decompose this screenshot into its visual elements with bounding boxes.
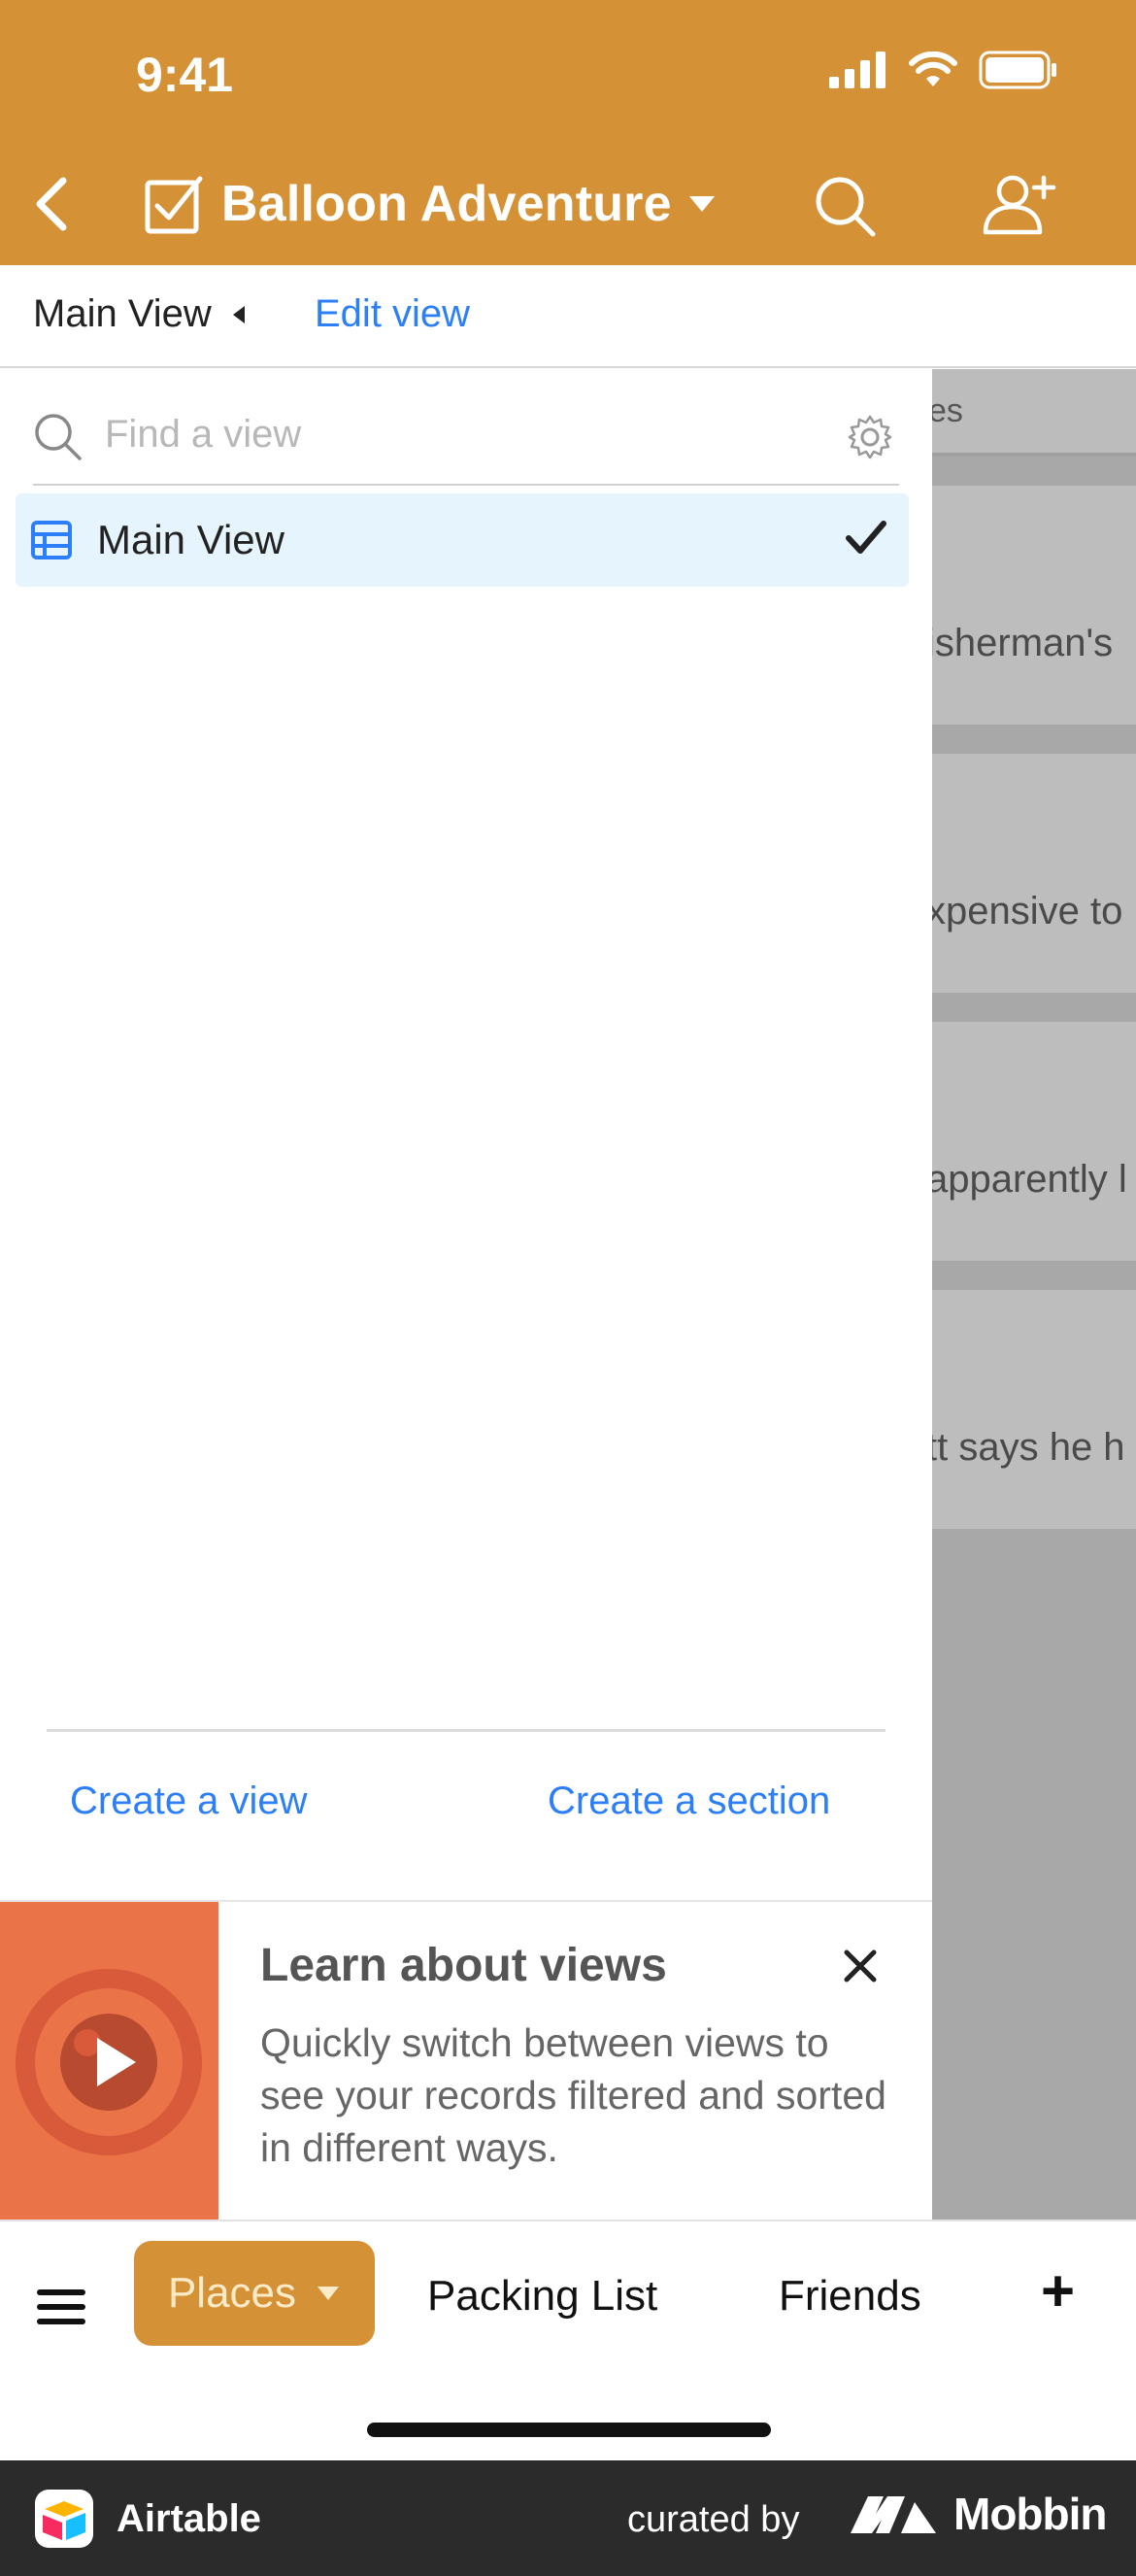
search-icon <box>816 177 876 237</box>
app-name: Airtable <box>117 2497 261 2540</box>
battery-icon <box>979 51 1056 89</box>
mobbin-logo-icon <box>851 2496 936 2533</box>
view-switcher-button[interactable]: Main View <box>33 292 247 336</box>
base-title: Balloon Adventure <box>221 176 672 232</box>
record-card: tt says he h <box>932 1290 1136 1529</box>
mobbin-brand: Mobbin <box>851 2488 1107 2540</box>
checkmark-icon <box>846 521 886 554</box>
current-view-label: Main View <box>33 292 212 335</box>
search-icon <box>35 414 82 460</box>
learn-title: Learn about views <box>260 1940 667 1991</box>
view-bar: Main View Edit view <box>0 265 1136 368</box>
record-card: apparently l <box>932 1022 1136 1261</box>
mobbin-name: Mobbin <box>953 2489 1107 2539</box>
search-button[interactable] <box>806 167 884 245</box>
add-user-icon <box>983 175 1056 235</box>
menu-button[interactable] <box>37 2289 85 2328</box>
caret-down-icon <box>688 196 715 212</box>
view-search-row <box>33 389 899 486</box>
table-tab-bar: Places Packing List Friends + <box>0 2220 1136 2460</box>
attribution-footer: Airtable curated by Mobbin <box>0 2460 1136 2576</box>
tab-friends[interactable]: Friends <box>779 2272 921 2321</box>
curated-by-label: curated by <box>627 2499 800 2540</box>
wifi-icon <box>909 51 957 86</box>
edit-view-button[interactable]: Edit view <box>315 292 470 336</box>
app-header: 9:41 Balloon Adventure <box>0 0 1136 265</box>
view-label: Main View <box>97 517 284 562</box>
status-time: 9:41 <box>136 48 234 102</box>
caret-left-icon <box>232 305 245 323</box>
status-icons <box>829 51 1058 89</box>
airtable-logo <box>35 2490 93 2548</box>
airtable-logo-icon <box>43 2501 85 2540</box>
learn-banner: Learn about views Quickly switch between… <box>0 1900 932 2222</box>
share-button[interactable] <box>975 165 1062 243</box>
close-icon <box>844 1949 877 1983</box>
close-banner-button[interactable] <box>831 1937 889 1995</box>
menu-icon <box>37 2289 85 2295</box>
add-table-button[interactable]: + <box>1041 2262 1075 2321</box>
view-list-item[interactable]: Main View <box>16 493 909 587</box>
records-backdrop[interactable]: es isherman's xpensive to apparently l t… <box>932 369 1136 2220</box>
home-indicator <box>367 2423 771 2437</box>
base-title-button[interactable]: Balloon Adventure <box>144 169 717 239</box>
column-header: es <box>932 369 1136 457</box>
view-switcher-panel: Main View Create a view Create a section… <box>0 369 932 2222</box>
back-button[interactable] <box>17 165 85 243</box>
tab-label: Places <box>167 2269 297 2317</box>
tab-packing-list[interactable]: Packing List <box>427 2272 657 2321</box>
tab-places[interactable]: Places <box>134 2241 375 2346</box>
create-view-button[interactable]: Create a view <box>70 1779 308 1823</box>
checkbox-icon <box>145 176 203 234</box>
video-thumbnail[interactable] <box>0 1902 218 2222</box>
gear-icon <box>848 415 892 459</box>
grid-view-icon <box>31 521 72 559</box>
record-card: isherman's <box>932 486 1136 725</box>
create-section-button[interactable]: Create a section <box>548 1779 830 1823</box>
record-card: xpensive to <box>932 754 1136 993</box>
learn-body: Quickly switch between views to see your… <box>260 2020 886 2170</box>
find-view-input[interactable] <box>105 410 785 458</box>
play-icon <box>16 1969 202 2155</box>
chevron-left-icon <box>36 177 67 231</box>
view-settings-button[interactable] <box>841 408 899 466</box>
caret-down-icon <box>317 2287 340 2300</box>
panel-divider <box>47 1729 885 1732</box>
signal-icon <box>829 51 885 88</box>
nav-bar: Balloon Adventure <box>0 155 1136 253</box>
